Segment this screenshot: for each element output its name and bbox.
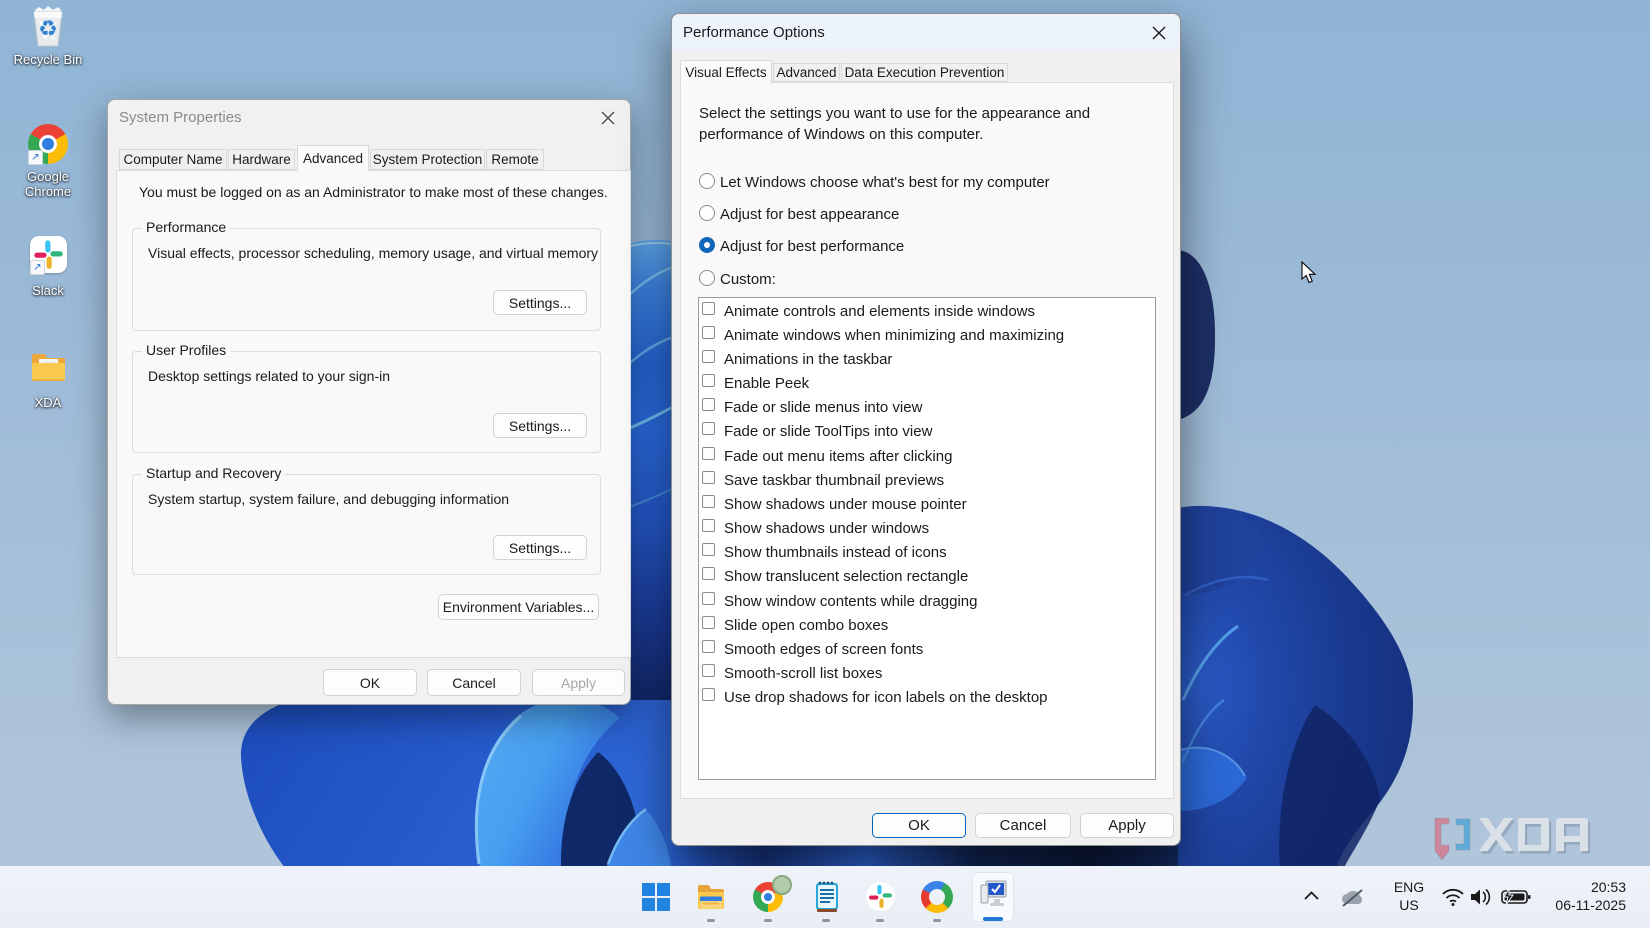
svg-text:♻: ♻ <box>38 16 58 41</box>
